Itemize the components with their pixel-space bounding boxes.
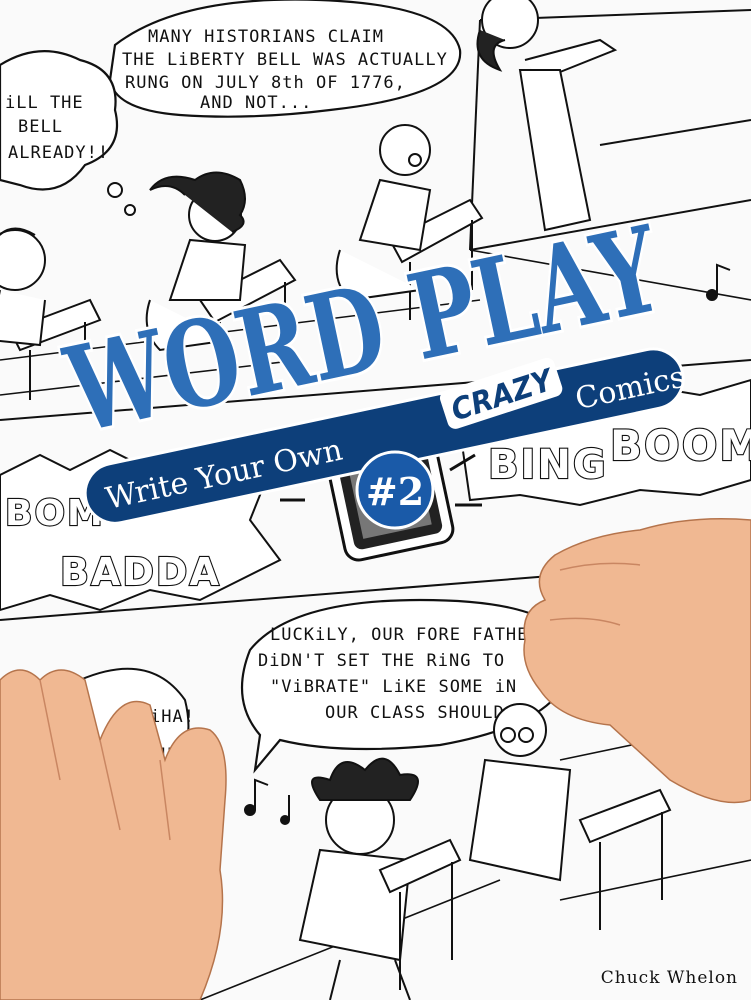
bottom-line-3: "ViBRATE" LiKE SOME iN <box>270 677 517 697</box>
thought-line-3: ALREADY!! <box>8 143 109 163</box>
bottom-line-4: OUR CLASS SHOULD <box>325 703 505 723</box>
author-name: Chuck Whelon <box>601 968 738 988</box>
teacher-line-1: MANY HISTORIANS CLAIM <box>148 27 384 47</box>
issue-number: #2 <box>366 469 424 514</box>
left-line-1: iHA! <box>150 707 195 727</box>
thought-line-1: iLL THE <box>5 93 84 113</box>
sfx-bing: BING <box>488 442 608 488</box>
sfx-boom: BOOM <box>610 421 751 470</box>
sfx-badda: BADDA <box>60 550 221 594</box>
thought-line-2: BELL <box>18 117 63 137</box>
teacher-line-4: AND NOT... <box>200 93 312 113</box>
bottom-line-1: LUCKiLY, OUR FORE FATHERS <box>270 625 551 645</box>
teacher-line-3: RUNG ON JULY 8th OF 1776, <box>125 73 406 93</box>
teacher-line-2: THE LiBERTY BELL WAS ACTUALLY <box>122 50 448 70</box>
bottom-line-2: DiDN'T SET THE RiNG TO <box>258 651 505 671</box>
cover-illustration: MANY HISTORIANS CLAIM THE LiBERTY BELL W… <box>0 0 751 1000</box>
cover-art: MANY HISTORIANS CLAIM THE LiBERTY BELL W… <box>0 0 751 1000</box>
issue-badge: #2 <box>355 450 435 530</box>
